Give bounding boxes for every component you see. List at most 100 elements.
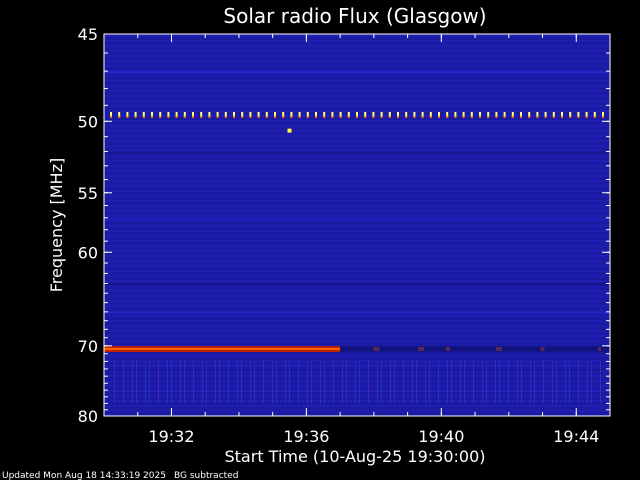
interference-dot-edge xyxy=(479,115,481,118)
interference-dot-edge xyxy=(528,115,531,118)
spectrogram-chart: 45 50 55 60 70 80 19:32 19:36 19:40 19:44 Solar r… xyxy=(2,4,611,480)
y-tick-label: 60 xyxy=(78,243,98,262)
interference-dot-edge xyxy=(561,115,563,118)
vertical-streak xyxy=(219,361,220,404)
background-band xyxy=(104,311,610,314)
x-axis-label: Start Time (10-Aug-25 19:30:00) xyxy=(225,447,486,466)
vertical-streak xyxy=(534,361,535,404)
interference-dot-edge xyxy=(151,115,153,118)
vertical-streak xyxy=(241,361,242,404)
vertical-streak xyxy=(587,361,588,404)
interference-dot-edge xyxy=(569,115,572,118)
vertical-streak xyxy=(416,361,417,404)
interference-dot-edge xyxy=(339,115,342,118)
footer-updated: Updated Mon Aug 18 14:33:19 2025 xyxy=(2,471,166,480)
interference-dot-edge xyxy=(134,115,137,118)
interference-dot-edge xyxy=(331,115,334,118)
interference-dot-edge xyxy=(274,115,276,118)
vertical-streak xyxy=(206,361,207,404)
y-tick-label: 80 xyxy=(78,407,98,426)
vertical-streak xyxy=(237,361,238,404)
vertical-streak xyxy=(429,361,430,404)
vertical-streak xyxy=(123,361,124,404)
vertical-streak xyxy=(600,361,601,404)
vertical-streak xyxy=(591,361,592,404)
vertical-streak xyxy=(486,361,487,404)
interference-dot-edge xyxy=(159,115,162,118)
y-axis-label: Frequency [MHz] xyxy=(47,158,66,292)
vertical-streak xyxy=(447,361,448,404)
vertical-streak xyxy=(136,361,137,404)
vertical-streak xyxy=(460,361,461,404)
vertical-streak xyxy=(425,361,426,404)
vertical-streak xyxy=(569,361,570,404)
interference-dot-edge xyxy=(577,115,580,118)
interference-dot-edge xyxy=(552,115,555,118)
interference-dot-edge xyxy=(347,115,350,118)
vertical-streak xyxy=(394,361,395,404)
x-tick-label: 19:44 xyxy=(553,427,599,446)
chart-title: Solar radio Flux (Glasgow) xyxy=(223,4,486,28)
vertical-streak xyxy=(381,361,382,404)
interference-dot-edge xyxy=(110,115,112,118)
vertical-streak xyxy=(556,361,557,404)
vertical-streak xyxy=(342,361,343,404)
interference-dot-edge xyxy=(118,115,121,118)
interference-dot-edge xyxy=(487,115,490,118)
vertical-streak xyxy=(495,361,496,404)
vertical-streak xyxy=(114,361,115,404)
interference-dot-edge xyxy=(175,115,178,118)
interference-dot-edge xyxy=(429,115,432,118)
interference-dot-edge xyxy=(200,115,203,118)
vertical-streak xyxy=(132,361,133,404)
vertical-streak xyxy=(307,361,308,404)
footer-bg-note: BG subtracted xyxy=(174,471,238,480)
vertical-streak xyxy=(451,361,452,404)
interference-dot-edge xyxy=(585,115,588,118)
vertical-streak xyxy=(499,361,500,404)
vertical-streak xyxy=(324,361,325,404)
vertical-streak xyxy=(145,361,146,404)
vertical-streak xyxy=(202,361,203,404)
interference-dot-edge xyxy=(282,115,285,118)
interference-dot-edge xyxy=(454,115,457,118)
interference-dot-edge xyxy=(241,115,244,118)
vertical-streak xyxy=(285,361,286,404)
vertical-streak xyxy=(543,361,544,404)
vertical-streak xyxy=(193,361,194,404)
vertical-streak xyxy=(530,361,531,404)
vertical-streak xyxy=(171,361,172,404)
interference-dot-edge xyxy=(257,115,260,118)
interference-dot-edge xyxy=(372,115,375,118)
background-band xyxy=(104,71,610,74)
interference-dot-edge xyxy=(323,115,326,118)
vertical-streak xyxy=(473,361,474,404)
vertical-streak xyxy=(333,361,334,404)
y-tick-label: 50 xyxy=(78,112,98,131)
vertical-streak xyxy=(521,361,522,404)
vertical-streak xyxy=(289,361,290,404)
emission-shadow xyxy=(340,346,610,353)
interference-dot-edge xyxy=(413,115,416,118)
vertical-streak xyxy=(180,361,181,404)
vertical-streak xyxy=(346,361,347,404)
interference-dot-edge xyxy=(192,115,194,118)
interference-dot-edge xyxy=(356,115,358,118)
interference-dot-edge xyxy=(306,115,309,118)
interference-dot-edge xyxy=(602,115,604,118)
interference-dot-edge xyxy=(249,115,252,118)
interference-dot-edge xyxy=(364,115,367,118)
interference-dot-edge xyxy=(520,115,522,118)
interference-dot-edge xyxy=(536,115,539,118)
vertical-streak xyxy=(167,361,168,404)
interference-dot-edge xyxy=(265,115,268,118)
vertical-streak xyxy=(272,361,273,404)
interference-dot-edge xyxy=(405,115,408,118)
emission-band-core xyxy=(104,348,341,351)
vertical-streak xyxy=(355,361,356,404)
vertical-streak xyxy=(412,361,413,404)
vertical-streak xyxy=(149,361,150,404)
x-tick-label: 19:32 xyxy=(148,427,194,446)
interference-dot-edge xyxy=(290,115,293,118)
vertical-streak xyxy=(403,361,404,404)
